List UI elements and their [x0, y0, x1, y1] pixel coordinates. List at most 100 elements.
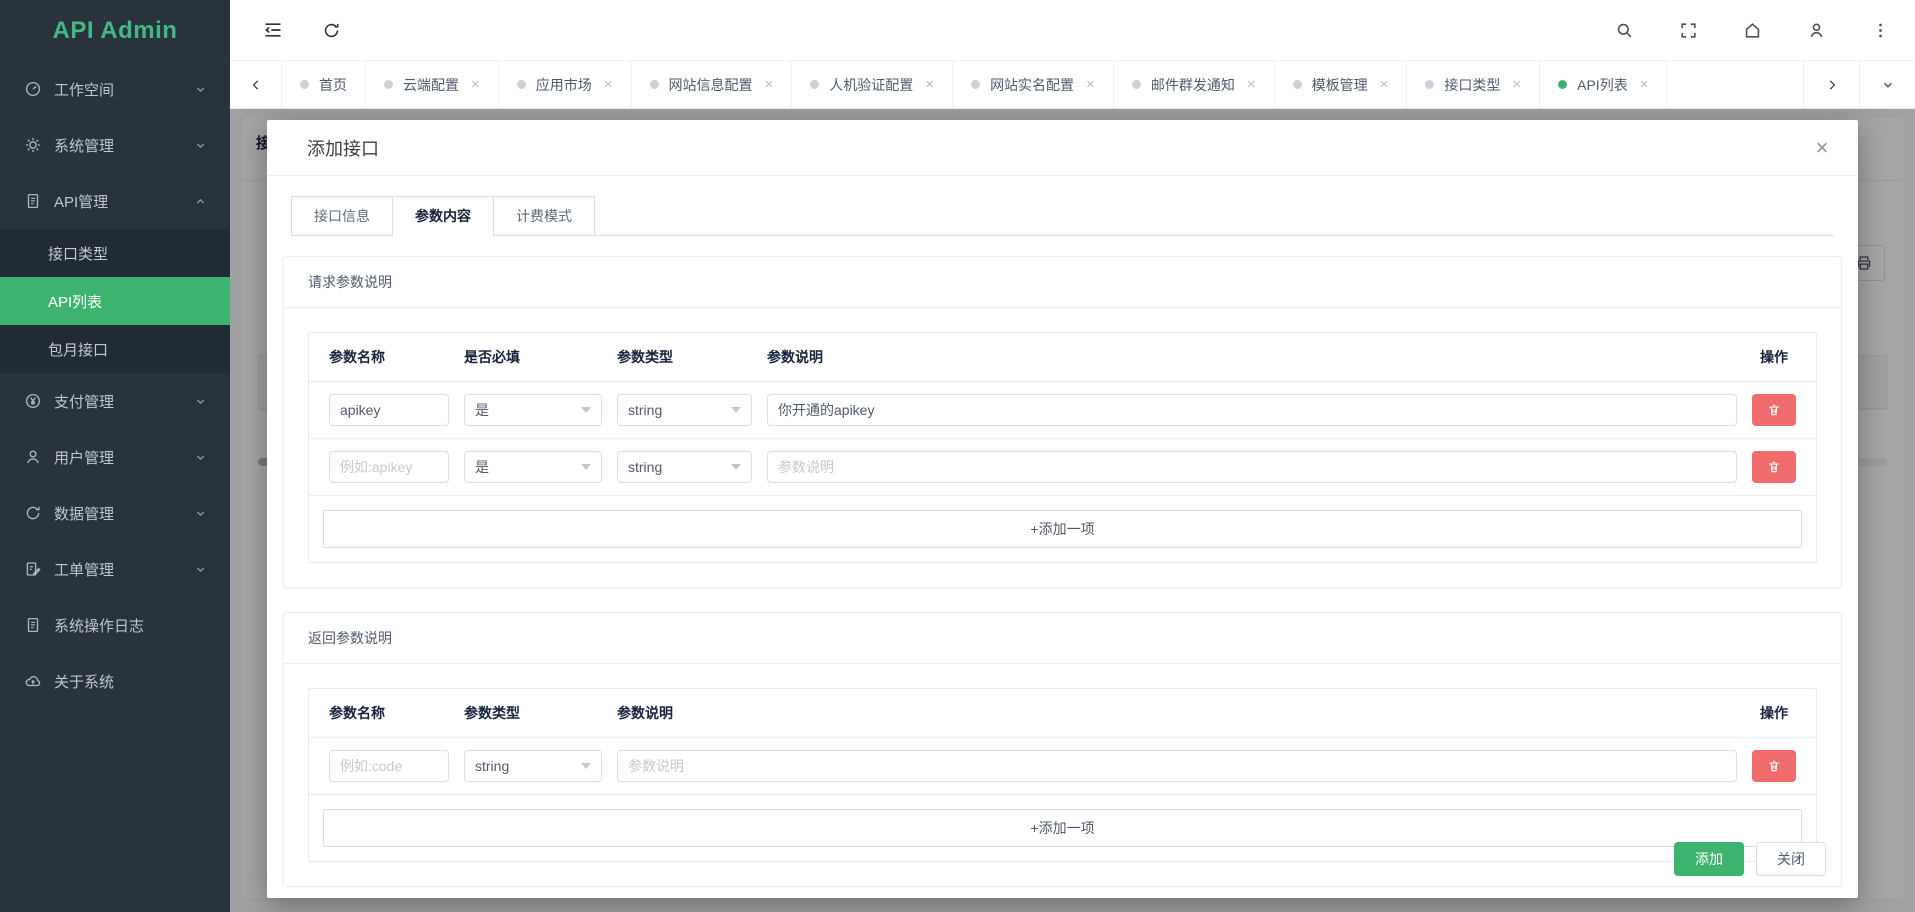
dialog-footer: 添加 关闭	[267, 824, 1858, 898]
tab-label: 模板管理	[1312, 75, 1368, 95]
tabs-menu-button[interactable]	[1859, 61, 1915, 108]
tab-status-dot	[300, 80, 309, 89]
tab-label: 网站信息配置	[669, 75, 753, 95]
tab-close-icon[interactable]: ×	[604, 77, 613, 92]
tab-close-icon[interactable]: ×	[765, 77, 774, 92]
param-desc-input[interactable]	[767, 451, 1737, 483]
log-icon	[24, 616, 42, 634]
tabs-container: 首页 云端配置 × 应用市场 × 网站信息配置 ×	[282, 61, 1803, 108]
param-name-input[interactable]	[329, 451, 449, 483]
tab-label: API列表	[1577, 75, 1628, 95]
tab-close-icon[interactable]: ×	[1380, 77, 1389, 92]
dialog-close-button[interactable]: 关闭	[1756, 842, 1826, 876]
payment-yen-icon	[24, 392, 42, 410]
add-request-param-button[interactable]: +添加一项	[323, 510, 1802, 548]
tab-home[interactable]: 首页	[282, 61, 366, 108]
app-root: API Admin 工作空间 系统管理 API管理	[0, 0, 1915, 912]
tab-status-dot	[810, 80, 819, 89]
tab-close-icon[interactable]: ×	[471, 77, 480, 92]
tab-label: 邮件群发通知	[1151, 75, 1235, 95]
tab-close-icon[interactable]: ×	[925, 77, 934, 92]
trash-icon	[1767, 403, 1781, 417]
tab-parameter-content[interactable]: 参数内容	[392, 196, 493, 236]
section-title: 请求参数说明	[284, 257, 1841, 308]
param-type-select[interactable]: string	[617, 451, 752, 483]
add-row-wrapper: +添加一项	[309, 496, 1816, 562]
tab-realname-config[interactable]: 网站实名配置 ×	[953, 61, 1114, 108]
tab-billing-mode[interactable]: 计费模式	[493, 196, 595, 236]
tab-close-icon[interactable]: ×	[1512, 77, 1521, 92]
api-document-icon	[24, 192, 42, 210]
chevron-down-icon	[194, 450, 208, 464]
tab-label: 应用市场	[536, 75, 592, 95]
home-button[interactable]	[1737, 15, 1767, 45]
chevron-down-icon	[731, 464, 741, 470]
tab-api-list[interactable]: API列表 ×	[1540, 61, 1667, 108]
dialog-title: 添加接口	[307, 135, 379, 161]
tab-label: 人机验证配置	[829, 75, 913, 95]
sidebar-subitem-monthly-api[interactable]: 包月接口	[0, 325, 230, 373]
sidebar-subitem-interface-type[interactable]: 接口类型	[0, 229, 230, 277]
tab-cloud-config[interactable]: 云端配置 ×	[366, 61, 499, 108]
sidebar-item-label: 系统操作日志	[54, 615, 208, 636]
sidebar-item-about-system[interactable]: 关于系统	[0, 653, 230, 709]
sidebar-item-api-management[interactable]: API管理	[0, 173, 230, 229]
collapse-sidebar-button[interactable]	[258, 15, 288, 45]
tab-interface-info[interactable]: 接口信息	[291, 196, 392, 236]
user-menu-button[interactable]	[1801, 15, 1831, 45]
param-row: string	[309, 738, 1816, 795]
sidebar-item-payment-management[interactable]: 支付管理	[0, 373, 230, 429]
tab-mail-notify[interactable]: 邮件群发通知 ×	[1114, 61, 1275, 108]
param-required-select[interactable]: 是	[464, 451, 602, 483]
tab-close-icon[interactable]: ×	[1640, 77, 1649, 92]
delete-row-button[interactable]	[1752, 451, 1796, 483]
chevron-up-icon	[194, 194, 208, 208]
sidebar-item-label: 系统管理	[54, 135, 194, 156]
submit-button[interactable]: 添加	[1674, 842, 1744, 876]
sidebar-item-work-order-management[interactable]: 工单管理	[0, 541, 230, 597]
delete-row-button[interactable]	[1752, 394, 1796, 426]
refresh-button[interactable]	[316, 15, 346, 45]
tabs-scroll-right-button[interactable]	[1803, 61, 1859, 108]
delete-row-button[interactable]	[1752, 750, 1796, 782]
param-name-input[interactable]	[329, 750, 449, 782]
tab-interface-type[interactable]: 接口类型 ×	[1407, 61, 1540, 108]
tab-close-icon[interactable]: ×	[1086, 77, 1095, 92]
tabs-scroll-left-button[interactable]	[230, 61, 282, 108]
sidebar-item-workspace[interactable]: 工作空间	[0, 61, 230, 117]
data-sync-icon	[24, 504, 42, 522]
param-desc-input[interactable]	[617, 750, 1737, 782]
tab-status-dot	[384, 80, 393, 89]
sidebar-item-user-management[interactable]: 用户管理	[0, 429, 230, 485]
sidebar-item-data-management[interactable]: 数据管理	[0, 485, 230, 541]
sidebar-item-label: 数据管理	[54, 503, 194, 524]
sidebar-item-system-management[interactable]: 系统管理	[0, 117, 230, 173]
sidebar-submenu-api: 接口类型 API列表 包月接口	[0, 229, 230, 373]
tab-label: 接口类型	[1444, 75, 1500, 95]
tab-site-info-config[interactable]: 网站信息配置 ×	[632, 61, 793, 108]
tab-status-dot	[1293, 80, 1302, 89]
param-desc-input[interactable]	[767, 394, 1737, 426]
tab-close-icon[interactable]: ×	[1247, 77, 1256, 92]
tab-captcha-config[interactable]: 人机验证配置 ×	[792, 61, 953, 108]
select-value: string	[628, 459, 662, 475]
param-type-select[interactable]: string	[617, 394, 752, 426]
tab-app-market[interactable]: 应用市场 ×	[499, 61, 632, 108]
sidebar-subitem-api-list[interactable]: API列表	[0, 277, 230, 325]
tab-bar: 首页 云端配置 × 应用市场 × 网站信息配置 ×	[230, 61, 1915, 109]
fullscreen-button[interactable]	[1673, 15, 1703, 45]
more-dots-icon[interactable]	[1865, 15, 1895, 45]
tab-template-management[interactable]: 模板管理 ×	[1275, 61, 1408, 108]
param-required-select[interactable]: 是	[464, 394, 602, 426]
dialog-close-icon[interactable]: ×	[1806, 132, 1838, 164]
sidebar-item-label: 工作空间	[54, 79, 194, 100]
dialog-header: 添加接口 ×	[267, 120, 1858, 176]
param-type-select[interactable]: string	[464, 750, 602, 782]
sidebar-item-label: 关于系统	[54, 671, 208, 692]
sidebar-item-system-operation-log[interactable]: 系统操作日志	[0, 597, 230, 653]
column-header-action: 操作	[1752, 703, 1796, 723]
dialog-body: 请求参数说明 参数名称 是否必填 参数类型 参数说明 操作	[267, 236, 1858, 887]
sidebar-item-label: API管理	[54, 191, 194, 212]
search-button[interactable]	[1609, 15, 1639, 45]
param-name-input[interactable]	[329, 394, 449, 426]
